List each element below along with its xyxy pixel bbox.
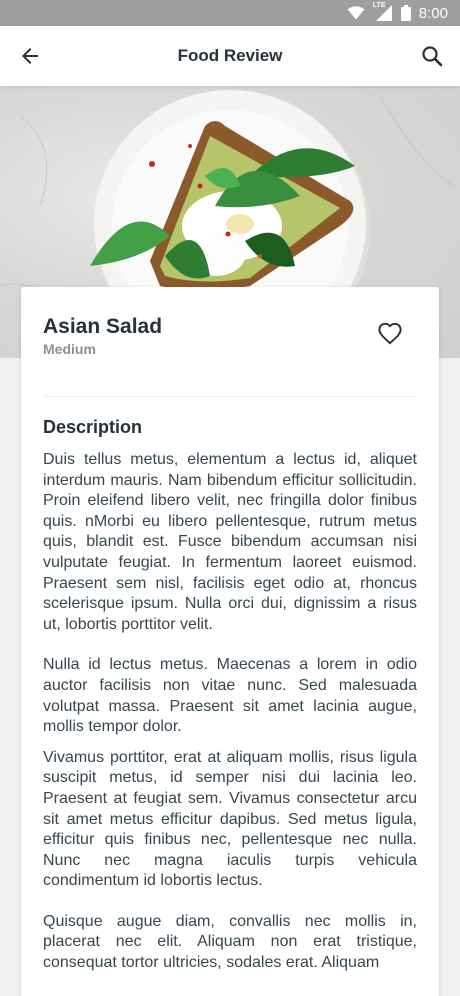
dish-level: Medium <box>43 341 96 357</box>
signal-icon: LTE <box>372 2 393 21</box>
lte-label: LTE <box>372 2 386 9</box>
app-bar: Food Review <box>0 26 460 86</box>
dish-name: Asian Salad <box>43 315 163 338</box>
wifi-icon <box>347 6 365 20</box>
description-title: Description <box>43 417 143 437</box>
arrow-back-icon[interactable] <box>18 44 42 68</box>
heart-outline-icon[interactable] <box>377 321 403 347</box>
description-paragraph: Duis tellus metus, elementum a lectus id… <box>43 451 417 633</box>
status-bar: LTE 8:00 <box>0 0 460 26</box>
battery-icon <box>400 5 411 21</box>
description-paragraph: Vivamus porttitor, erat at aliquam molli… <box>43 748 417 890</box>
description-paragraph: Quisque augue diam, convallis nec mollis… <box>43 912 417 972</box>
review-card: Asian Salad Medium Description Duis tell… <box>21 287 439 996</box>
search-icon[interactable] <box>420 44 444 68</box>
description-paragraph: Nulla id lectus metus. Maecenas a lorem … <box>43 656 417 736</box>
status-time: 8:00 <box>418 4 448 22</box>
page-title: Food Review <box>177 46 283 65</box>
dish-header: Asian Salad Medium <box>43 315 417 397</box>
